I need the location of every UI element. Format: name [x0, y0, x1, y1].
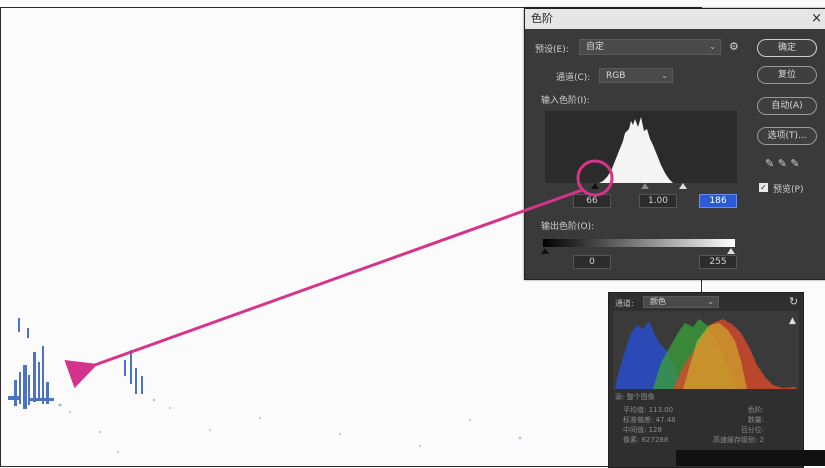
- stat-mean: 平均值: 113.00: [623, 406, 674, 414]
- color-histogram: ▲: [613, 311, 799, 389]
- ok-button[interactable]: 确定: [757, 39, 817, 57]
- stat-median: 中间值: 128: [623, 426, 662, 434]
- chevron-down-icon: ⌄: [707, 297, 714, 306]
- preview-checkbox[interactable]: ✓: [759, 183, 768, 192]
- panel-channel-value: 颜色: [650, 297, 666, 306]
- black-point-handle[interactable]: [591, 183, 599, 189]
- output-black-handle[interactable]: [541, 248, 549, 254]
- dialog-titlebar[interactable]: 色阶 ×: [525, 9, 825, 29]
- stat-pixels: 像素: 627288: [623, 436, 669, 444]
- options-button[interactable]: 选项(T)...: [757, 127, 817, 145]
- levels-dialog: 色阶 × 预设(E): 自定 ⌄ ⚙ 通道(C): RGB ⌄ 输入色阶(I):…: [524, 8, 825, 280]
- chevron-down-icon: ⌄: [709, 42, 716, 51]
- white-point-handle[interactable]: [679, 183, 687, 189]
- warning-icon: ▲: [789, 316, 796, 326]
- input-levels-label: 输入色阶(I):: [541, 96, 590, 106]
- output-white-field[interactable]: 255: [699, 255, 737, 269]
- stat-cache-level: 高速缓存级别: 2: [713, 436, 765, 444]
- output-black-field[interactable]: 0: [573, 255, 611, 269]
- gear-icon[interactable]: ⚙: [729, 40, 739, 53]
- dark-corner: [676, 450, 825, 466]
- histogram-panel: 通道: 颜色 ⌄ ↻ ▲ 源: 整个图像 平均值: 113.00 标准偏差: 4…: [608, 292, 804, 468]
- eyedropper-icon[interactable]: ✎ ✎ ✎: [765, 157, 800, 170]
- channel-label: 通道(C):: [556, 73, 591, 83]
- levels-histogram: [545, 111, 737, 183]
- close-icon[interactable]: ×: [811, 9, 822, 29]
- preview-label: 预览(P): [773, 185, 804, 195]
- stat-level: 色阶:: [747, 406, 765, 414]
- output-white-handle[interactable]: [727, 248, 735, 254]
- stats-right: 色阶: 数量: 百分位: 高速缓存级别: 2: [713, 405, 764, 445]
- preset-value: 自定: [586, 42, 605, 52]
- panel-channel-select[interactable]: 颜色 ⌄: [643, 296, 719, 308]
- input-black-field[interactable]: 66: [573, 194, 611, 208]
- preset-label: 预设(E):: [535, 45, 569, 55]
- stat-percentile: 百分位:: [740, 426, 765, 434]
- refresh-icon[interactable]: ↻: [789, 295, 798, 308]
- histogram-graph: [599, 117, 673, 183]
- channel-value: RGB: [606, 71, 626, 81]
- stat-count: 数量:: [747, 416, 765, 424]
- stat-stddev: 标准偏差: 47.48: [623, 416, 676, 424]
- input-gamma-field[interactable]: 1.00: [639, 194, 677, 208]
- gamma-handle[interactable]: [641, 183, 649, 189]
- auto-button[interactable]: 自动(A): [757, 97, 817, 115]
- dialog-title: 色阶: [531, 12, 553, 25]
- reset-button[interactable]: 复位: [757, 66, 817, 84]
- chevron-down-icon: ⌄: [661, 71, 668, 80]
- input-slider[interactable]: [545, 183, 737, 189]
- stats-left: 平均值: 113.00 标准偏差: 47.48 中间值: 128 像素: 627…: [623, 405, 676, 445]
- source-label: 源: 整个图像: [615, 393, 655, 401]
- input-white-field[interactable]: 186: [699, 194, 737, 208]
- panel-channel-label: 通道:: [615, 299, 634, 308]
- output-levels-label: 输出色阶(O):: [541, 222, 595, 232]
- preset-select[interactable]: 自定 ⌄: [579, 39, 721, 55]
- channel-select[interactable]: RGB ⌄: [599, 68, 673, 83]
- output-gradient: [543, 239, 735, 247]
